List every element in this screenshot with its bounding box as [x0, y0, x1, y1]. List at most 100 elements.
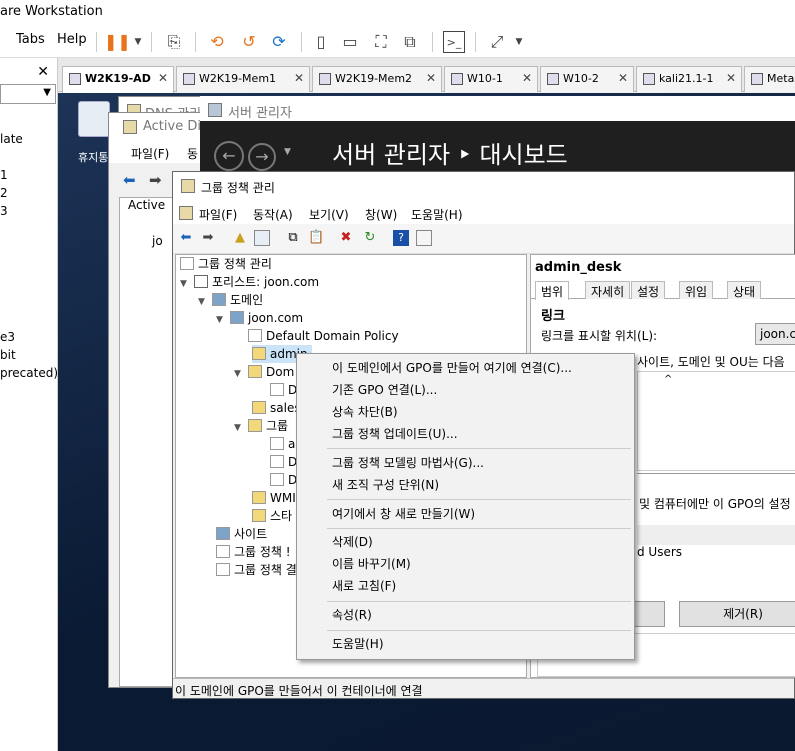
snapshot-icon[interactable]: ⟲: [206, 31, 228, 53]
menu-item-new-window[interactable]: 여기에서 창 새로 만들기(W): [332, 504, 475, 524]
tab-metas[interactable]: Metas: [744, 66, 795, 92]
close-icon[interactable]: ✕: [426, 71, 436, 85]
tab-details[interactable]: 자세히: [585, 281, 631, 299]
menu-item-properties[interactable]: 속성(R): [332, 605, 372, 625]
tree-sites[interactable]: 사이트: [216, 525, 267, 543]
revert-snapshot-icon[interactable]: ↺: [238, 31, 260, 53]
menu-item-link-existing-gpo[interactable]: 기존 GPO 연결(L)...: [332, 380, 437, 400]
library-item[interactable]: 2: [0, 186, 8, 200]
tab-kali[interactable]: kali21.1-1 ✕: [636, 66, 742, 92]
tab-w10-2[interactable]: W10-2 ✕: [540, 66, 634, 92]
menu-file[interactable]: 파일(F): [199, 206, 237, 223]
stretch-icon[interactable]: ⤢: [486, 31, 508, 53]
close-icon[interactable]: ✕: [618, 71, 628, 85]
menu-item-modeling-wizard[interactable]: 그룹 정책 모델링 마법사(G)...: [332, 453, 484, 473]
close-icon[interactable]: ✕: [294, 71, 304, 85]
filter-authenticated-users[interactable]: d Users: [637, 545, 682, 559]
help-icon[interactable]: ?: [393, 230, 409, 246]
menu-help[interactable]: Help: [57, 32, 87, 47]
delete-icon[interactable]: ✖: [338, 230, 354, 246]
library-item[interactable]: 1: [0, 168, 8, 182]
close-icon[interactable]: ✕: [158, 71, 168, 85]
tree-dc-policy[interactable]: D: [270, 381, 297, 399]
tab-w2k19-mem2[interactable]: W2K19-Mem2 ✕: [312, 66, 442, 92]
menu-item-create-gpo[interactable]: 이 도메인에서 GPO를 만들어 여기에 연결(C)...: [332, 358, 572, 378]
menu-help[interactable]: 도움말(H): [411, 206, 463, 223]
close-icon[interactable]: ✕: [37, 64, 49, 80]
menu-file[interactable]: 파일(F): [131, 145, 169, 162]
tab-settings[interactable]: 설정: [631, 281, 666, 299]
menu-item-new-ou[interactable]: 새 조직 구성 단위(N): [332, 475, 439, 495]
up-folder-icon[interactable]: ▲: [232, 230, 248, 246]
tree-forest[interactable]: ▼ 포리스트: joon.com: [180, 273, 319, 291]
tree-ou-sales[interactable]: sales: [252, 399, 301, 417]
tree-domain-controllers[interactable]: ▼ Dom: [234, 363, 294, 381]
menu-action[interactable]: 동작(A): [253, 206, 293, 223]
library-item[interactable]: precated): [0, 366, 58, 380]
links-list[interactable]: ^: [637, 371, 795, 471]
menu-action[interactable]: 동: [187, 145, 198, 162]
menu-window[interactable]: 창(W): [365, 206, 397, 223]
tree-root[interactable]: 그룹 정책 관리: [180, 255, 272, 273]
forward-arrow-icon[interactable]: ➡: [149, 171, 162, 189]
close-icon[interactable]: ✕: [726, 71, 736, 85]
back-arrow-icon[interactable]: ⬅: [178, 230, 194, 246]
menu-item-block-inheritance[interactable]: 상속 차단(B): [332, 402, 398, 422]
chevron-down-icon[interactable]: ▼: [284, 147, 291, 157]
properties-icon[interactable]: [416, 230, 432, 246]
chevron-down-icon[interactable]: ▼: [508, 31, 530, 53]
tree-starter-gpos[interactable]: 스타: [252, 507, 292, 525]
tree-domains[interactable]: ▼ 도메인: [198, 291, 263, 309]
tree-gp-modeling[interactable]: 그룹 정책 !: [216, 543, 291, 561]
tab-w10-1[interactable]: W10-1 ✕: [444, 66, 538, 92]
tree-gpo-item[interactable]: D: [270, 471, 297, 489]
library-item[interactable]: 3: [0, 204, 8, 218]
back-arrow-icon[interactable]: ←: [214, 141, 244, 171]
server-manager-window[interactable]: 서버 관리자: [200, 96, 795, 124]
menu-item-gp-update[interactable]: 그룹 정책 업데이트(U)...: [332, 424, 458, 444]
thumbnail-icon[interactable]: ▭: [339, 31, 361, 53]
tab-status[interactable]: 상태: [727, 281, 762, 299]
tab-w2k19-mem1[interactable]: W2K19-Mem1 ✕: [176, 66, 310, 92]
forward-arrow-icon[interactable]: →: [248, 143, 276, 171]
sidebar-toggle-icon[interactable]: ▯: [310, 31, 332, 53]
menu-item-rename[interactable]: 이름 바꾸기(M): [332, 554, 411, 574]
menu-tabs[interactable]: Tabs: [16, 32, 45, 47]
chevron-down-icon[interactable]: ▼: [127, 31, 149, 53]
unity-icon[interactable]: ⧉: [399, 31, 421, 53]
tree-gpo-folder[interactable]: ▼ 그룹: [234, 417, 288, 435]
tab-w2k19-ad[interactable]: W2K19-AD ✕: [62, 66, 174, 93]
console-icon[interactable]: >_: [443, 31, 465, 53]
close-icon[interactable]: ✕: [522, 71, 532, 85]
remove-button[interactable]: 제거(R): [679, 601, 795, 627]
snapshot-manager-icon[interactable]: ⟳: [268, 31, 290, 53]
tree-gpo-item[interactable]: a: [270, 435, 295, 453]
refresh-icon[interactable]: ↻: [362, 230, 378, 246]
library-search-combo[interactable]: ▼: [0, 84, 56, 104]
ad-tree-domain[interactable]: jo: [152, 234, 163, 248]
tree-gp-results[interactable]: 그룹 정책 결: [216, 561, 297, 579]
forward-arrow-icon[interactable]: ➡: [200, 230, 216, 246]
library-item[interactable]: bit: [0, 348, 16, 362]
tab-delegation[interactable]: 위임: [679, 281, 714, 299]
paste-icon[interactable]: 📋: [308, 230, 324, 246]
tree-gpo-item[interactable]: D: [270, 453, 297, 471]
ad-tree-root[interactable]: Active: [128, 198, 165, 212]
menu-view[interactable]: 보기(V): [309, 206, 349, 223]
library-item[interactable]: e3: [0, 330, 15, 344]
fullscreen-icon[interactable]: ⛶: [370, 31, 392, 53]
tab-scope[interactable]: 범위: [535, 281, 570, 300]
tree-default-domain-policy[interactable]: Default Domain Policy: [248, 327, 399, 345]
library-item[interactable]: late: [0, 132, 23, 146]
send-keys-icon[interactable]: ⎘: [163, 31, 185, 53]
pause-icon[interactable]: ❚❚: [104, 31, 131, 53]
link-location-select[interactable]: joon.co: [755, 323, 795, 345]
recycle-bin-icon[interactable]: [78, 101, 110, 137]
menu-item-help[interactable]: 도움말(H): [332, 634, 384, 654]
menu-item-refresh[interactable]: 새로 고침(F): [332, 576, 396, 596]
back-arrow-icon[interactable]: ⬅: [123, 171, 136, 189]
copy-icon[interactable]: ⧉: [285, 230, 301, 246]
tree-wmi-filters[interactable]: WMI: [252, 489, 296, 507]
tree-domain-joon[interactable]: ▼ joon.com: [216, 309, 303, 327]
menu-item-delete[interactable]: 삭제(D): [332, 532, 373, 552]
